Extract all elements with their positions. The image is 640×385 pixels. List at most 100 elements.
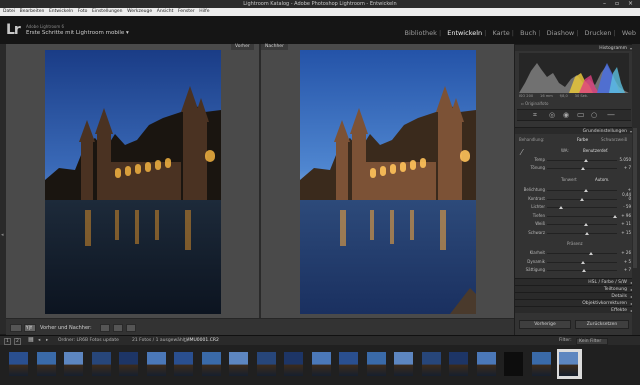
swap-before-after-button[interactable] — [126, 324, 136, 332]
slider-knob[interactable] — [583, 223, 588, 226]
module-map[interactable]: Karte — [492, 29, 509, 37]
slider-value[interactable]: 5.050 — [619, 157, 631, 162]
slider-knob[interactable] — [580, 197, 584, 201]
slider-track[interactable] — [547, 224, 617, 225]
crop-tool-icon[interactable]: ⌗ — [533, 111, 537, 120]
filmstrip-thumbnail[interactable] — [90, 349, 115, 379]
adjustment-brush-icon[interactable]: — — [607, 110, 615, 119]
menu-file[interactable]: Datei — [3, 8, 15, 16]
filmstrip-thumbnail[interactable] — [282, 349, 307, 379]
menu-window[interactable]: Fenster — [178, 8, 195, 16]
grid-view-icon[interactable]: ▦ — [28, 336, 34, 343]
slider-track[interactable] — [547, 190, 617, 191]
filmstrip-thumbnail[interactable] — [392, 349, 417, 379]
menu-view[interactable]: Ansicht — [157, 8, 174, 16]
filmstrip-thumbnail[interactable] — [530, 349, 555, 379]
slider-knob[interactable] — [581, 260, 586, 264]
hsl-header[interactable]: HSL / Farbe / S/W ◂ — [515, 278, 633, 285]
slider-knob[interactable] — [584, 231, 589, 235]
slider-value[interactable]: + 11 — [619, 221, 631, 226]
filter-dropdown[interactable]: Kein Filter — [576, 338, 609, 345]
forward-arrow-icon[interactable]: ▸ — [46, 338, 48, 343]
treatment-bw[interactable]: Schwarzweiß — [601, 137, 627, 142]
filmstrip-thumbnail[interactable] — [255, 349, 280, 379]
copy-before-to-after-button[interactable] — [100, 324, 110, 332]
filmstrip-thumbnail[interactable] — [447, 349, 472, 379]
wb-preset[interactable]: Benutzerdef. — [583, 148, 608, 153]
slider-value[interactable]: + 26 — [619, 250, 631, 255]
filmstrip-thumbnail[interactable] — [475, 349, 500, 379]
filmstrip-thumbnail[interactable] — [557, 349, 582, 379]
filmstrip-thumbnail[interactable] — [117, 349, 142, 379]
module-library[interactable]: Bibliothek — [405, 29, 437, 37]
original-photo-checkbox[interactable]: ▫ Originalfoto — [521, 101, 549, 106]
menu-help[interactable]: Hilfe — [199, 8, 209, 16]
filmstrip-thumbnail[interactable] — [337, 349, 362, 379]
histogram-header[interactable]: Histogramm ▾ — [515, 44, 633, 51]
reset-button[interactable]: Zurücksetzen — [575, 320, 629, 329]
red-eye-icon[interactable]: ◉ — [563, 111, 569, 119]
page-1-button[interactable]: 1 — [4, 338, 11, 345]
tone-auto-button[interactable]: Autom. — [595, 177, 609, 182]
slider-value[interactable]: + 7 — [619, 267, 631, 272]
module-print[interactable]: Drucken — [585, 29, 612, 37]
previous-settings-button[interactable]: Vorherige — [519, 320, 571, 329]
module-web[interactable]: Web — [622, 29, 636, 37]
spot-removal-icon[interactable]: ◎ — [549, 111, 555, 119]
source-folder[interactable]: Ordner: LR6B Fotos update — [58, 338, 119, 343]
basic-header[interactable]: Grundeinstellungen ▾ — [515, 127, 633, 134]
details-header[interactable]: Details ◂ — [515, 292, 633, 299]
slider-value[interactable]: + 15 — [619, 230, 631, 235]
slider-value[interactable]: 0 — [619, 196, 631, 201]
back-arrow-icon[interactable]: ◂ — [38, 338, 40, 343]
module-slideshow[interactable]: Diashow — [547, 29, 575, 37]
maximize-button[interactable]: ▫ — [615, 0, 619, 8]
filmstrip-thumbnail[interactable] — [365, 349, 390, 379]
minimize-button[interactable]: – — [603, 0, 606, 8]
slider-track[interactable] — [547, 253, 617, 254]
menu-edit[interactable]: Bearbeiten — [20, 8, 45, 16]
white-balance-picker-icon[interactable]: ⁄ — [521, 148, 522, 157]
filmstrip-thumbnail[interactable] — [35, 349, 60, 379]
radial-filter-icon[interactable]: ○ — [591, 111, 597, 119]
slider-knob[interactable] — [612, 214, 617, 218]
histogram-chart[interactable] — [519, 53, 629, 93]
filmstrip-thumbnail[interactable] — [172, 349, 197, 379]
split-toning-header[interactable]: Teiltonung ◂ — [515, 285, 633, 292]
slider-track[interactable] — [547, 160, 617, 161]
effects-header[interactable]: Effekte ◂ — [515, 306, 633, 313]
slider-knob[interactable] — [583, 189, 588, 192]
loupe-view-button[interactable] — [10, 324, 22, 332]
slider-track[interactable] — [547, 207, 617, 208]
expand-left-arrow-icon[interactable]: ◂ — [1, 232, 4, 238]
filmstrip-thumbnail[interactable] — [200, 349, 225, 379]
slider-track[interactable] — [547, 232, 617, 234]
slider-value[interactable]: + 96 — [619, 213, 631, 218]
lens-corrections-header[interactable]: Objektivkorrekturen ◂ — [515, 299, 633, 306]
after-photo[interactable] — [300, 50, 476, 314]
graduated-filter-icon[interactable]: ▭ — [577, 110, 585, 119]
slider-knob[interactable] — [582, 269, 587, 272]
copy-after-to-before-button[interactable] — [113, 324, 123, 332]
before-after-view-button[interactable]: Y|Y — [24, 324, 36, 332]
right-panel-scrollbar[interactable] — [633, 128, 637, 268]
filmstrip-thumbnail[interactable] — [145, 349, 170, 379]
module-develop[interactable]: Entwickeln — [447, 29, 482, 37]
close-button[interactable]: × — [628, 0, 633, 8]
selected-filename[interactable]: _HMU0001.CR2 — [184, 338, 219, 343]
catalog-title[interactable]: Erste Schritte mit Lightroom mobile ▾ — [26, 30, 129, 36]
slider-knob[interactable] — [589, 252, 594, 255]
slider-track[interactable] — [547, 215, 617, 217]
slider-knob[interactable] — [581, 167, 586, 170]
filmstrip-thumbnail[interactable] — [62, 349, 87, 379]
module-book[interactable]: Buch — [520, 29, 536, 37]
filmstrip-thumbnail[interactable] — [227, 349, 252, 379]
page-2-button[interactable]: 2 — [14, 338, 21, 345]
filmstrip-thumbnail[interactable] — [420, 349, 445, 379]
slider-value[interactable]: + 5 — [619, 259, 631, 264]
slider-knob[interactable] — [583, 159, 588, 162]
menu-settings[interactable]: Einstellungen — [92, 8, 123, 16]
before-photo[interactable] — [45, 50, 221, 314]
menu-tools[interactable]: Werkzeuge — [127, 8, 152, 16]
filmstrip-thumbnail[interactable] — [310, 349, 335, 379]
